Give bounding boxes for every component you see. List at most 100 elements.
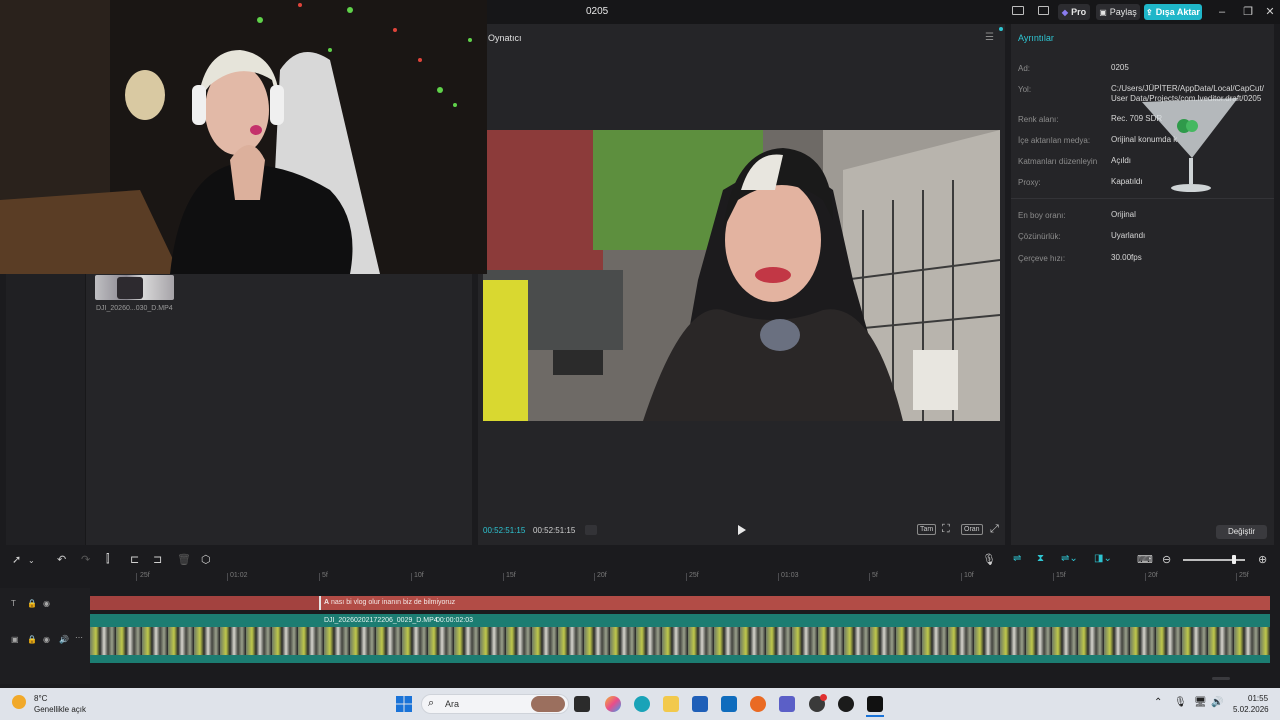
active-app-indicator xyxy=(866,715,884,717)
weather-icon[interactable] xyxy=(12,695,26,709)
magnet-icon[interactable]: ⧗ xyxy=(1037,553,1044,564)
marker-icon[interactable]: ⬡ xyxy=(201,553,211,566)
microphone-tray-icon[interactable]: 🎙 xyxy=(1174,697,1187,708)
linkage-icon[interactable]: ⇌⌄ xyxy=(1061,553,1078,564)
store-icon[interactable] xyxy=(692,696,708,712)
tick-mark xyxy=(411,573,412,581)
chevron-up-icon[interactable]: ⌃ xyxy=(1154,697,1162,708)
martini-glass-icon xyxy=(1142,98,1238,192)
more-icon[interactable]: ⋯ xyxy=(75,633,83,642)
zoom-in-icon[interactable]: ⊕ xyxy=(1258,553,1267,566)
task-view-icon[interactable] xyxy=(574,696,590,712)
tab-details[interactable]: Ayrıntılar xyxy=(1018,33,1054,43)
fullscreen-mode-button[interactable]: Tam xyxy=(917,524,937,535)
expand-icon[interactable]: ⤢ xyxy=(990,523,999,536)
tick-label: 25f xyxy=(1239,572,1249,579)
video-preview-image xyxy=(483,130,1000,421)
split-right-icon[interactable]: ⊐ xyxy=(153,553,162,566)
split-icon[interactable]: ⫿ xyxy=(106,553,110,566)
video-preview[interactable] xyxy=(483,130,1000,421)
current-time: 00:52:51:15 xyxy=(483,526,526,535)
undo-icon[interactable]: ↶ xyxy=(57,553,66,566)
teams-icon[interactable] xyxy=(779,696,795,712)
media-player-icon[interactable] xyxy=(838,696,854,712)
minimize-icon[interactable]: – xyxy=(1214,4,1230,20)
select-tool-icon[interactable]: ➚ xyxy=(12,553,21,566)
preview-axis-icon[interactable]: ◨⌄ xyxy=(1094,553,1112,564)
start-button[interactable] xyxy=(396,696,412,712)
notification-badge xyxy=(820,694,827,701)
zoom-slider-handle[interactable] xyxy=(1232,555,1236,564)
lock-icon[interactable]: 🔒 xyxy=(27,635,37,644)
microphone-icon[interactable]: 🎙 xyxy=(982,553,996,566)
outlook-icon[interactable] xyxy=(721,696,737,712)
video-track-icon: ▣ xyxy=(11,635,19,644)
network-icon[interactable]: 🖥 xyxy=(1194,697,1207,708)
redo-icon[interactable]: ↷ xyxy=(81,553,90,566)
snapshot-icon[interactable]: ⛶ xyxy=(942,523,950,536)
export-button[interactable]: ⇪ Dışa Aktar xyxy=(1144,4,1202,20)
ratio-button[interactable]: Oran xyxy=(961,524,983,535)
firefox-icon[interactable] xyxy=(750,696,766,712)
webcam-overlay xyxy=(0,0,487,274)
weather-temperature[interactable]: 8°C xyxy=(34,694,47,703)
tick-label: 01:03 xyxy=(781,572,799,579)
total-time: 00:52:51:15 xyxy=(533,526,576,535)
change-button[interactable]: Değiştir xyxy=(1216,525,1267,539)
tick-mark xyxy=(227,573,228,581)
status-dot xyxy=(999,27,1003,31)
eye-icon[interactable]: ◉ xyxy=(43,599,50,608)
weather-description[interactable]: Genellikle açık xyxy=(34,705,86,714)
media-thumbnail[interactable] xyxy=(95,275,174,300)
diamond-icon: ◆ xyxy=(1061,7,1069,17)
pro-button[interactable]: ◆ Pro xyxy=(1058,4,1090,20)
maximize-icon[interactable]: ❐ xyxy=(1240,4,1256,20)
video-thumbnail-strip xyxy=(90,627,1270,655)
play-button[interactable] xyxy=(735,524,747,536)
clock-date[interactable]: 5.02.2026 xyxy=(1233,705,1269,714)
detail-label-imported-media: İçe aktarılan medya: xyxy=(1018,136,1091,145)
link-main-track-icon[interactable]: ⇌ xyxy=(1013,553,1021,564)
tick-mark xyxy=(1053,573,1054,581)
project-title: 0205 xyxy=(586,6,609,17)
text-clip-icon: A xyxy=(324,599,330,606)
close-icon[interactable]: ✕ xyxy=(1262,4,1278,20)
caption-icon[interactable]: ⌨ xyxy=(1137,553,1153,566)
tick-label: 25f xyxy=(689,572,699,579)
tick-mark xyxy=(778,573,779,581)
chevron-down-icon[interactable]: ⌄ xyxy=(28,556,35,565)
copilot-icon[interactable] xyxy=(605,696,621,712)
tick-label: 5f xyxy=(322,572,328,579)
timeline-ruler[interactable] xyxy=(90,570,1280,584)
detail-label-proxy: Proxy: xyxy=(1018,178,1041,187)
search-placeholder: Ara xyxy=(445,699,460,709)
eye-icon[interactable]: ◉ xyxy=(43,635,50,644)
menu-icon[interactable]: ☰ xyxy=(985,32,994,43)
capcut-icon[interactable] xyxy=(867,696,883,712)
share-button[interactable]: ▣ Paylaş xyxy=(1096,4,1140,20)
audio-icon[interactable]: 🔊 xyxy=(59,635,69,644)
edge-icon[interactable] xyxy=(634,696,650,712)
timecode-icon[interactable] xyxy=(585,525,597,535)
delete-icon[interactable]: 🗑 xyxy=(177,553,191,566)
tick-label: 5f xyxy=(872,572,878,579)
tick-label: 01:02 xyxy=(230,572,248,579)
tick-label: 20f xyxy=(1148,572,1158,579)
volume-icon[interactable]: 🔊 xyxy=(1211,697,1223,708)
search-highlight-image[interactable] xyxy=(531,696,565,712)
search-icon: ⌕ xyxy=(428,697,435,709)
detail-value-framerate: 30.00fps xyxy=(1111,253,1142,262)
clock-time[interactable]: 01:55 xyxy=(1248,694,1268,703)
webcam-image xyxy=(0,0,487,274)
lock-icon[interactable]: 🔒 xyxy=(27,599,37,608)
text-clip-selected[interactable] xyxy=(319,596,1270,610)
shortcut-icon[interactable] xyxy=(1038,6,1049,15)
windows-icon xyxy=(396,696,412,712)
layout-icon[interactable] xyxy=(1012,6,1024,15)
split-left-icon[interactable]: ⊏ xyxy=(130,553,139,566)
tick-mark xyxy=(961,573,962,581)
tick-label: 25f xyxy=(140,572,150,579)
zoom-out-icon[interactable]: ⊖ xyxy=(1162,553,1171,566)
file-explorer-icon[interactable] xyxy=(663,696,679,712)
horizontal-scrollbar[interactable] xyxy=(1212,677,1230,680)
